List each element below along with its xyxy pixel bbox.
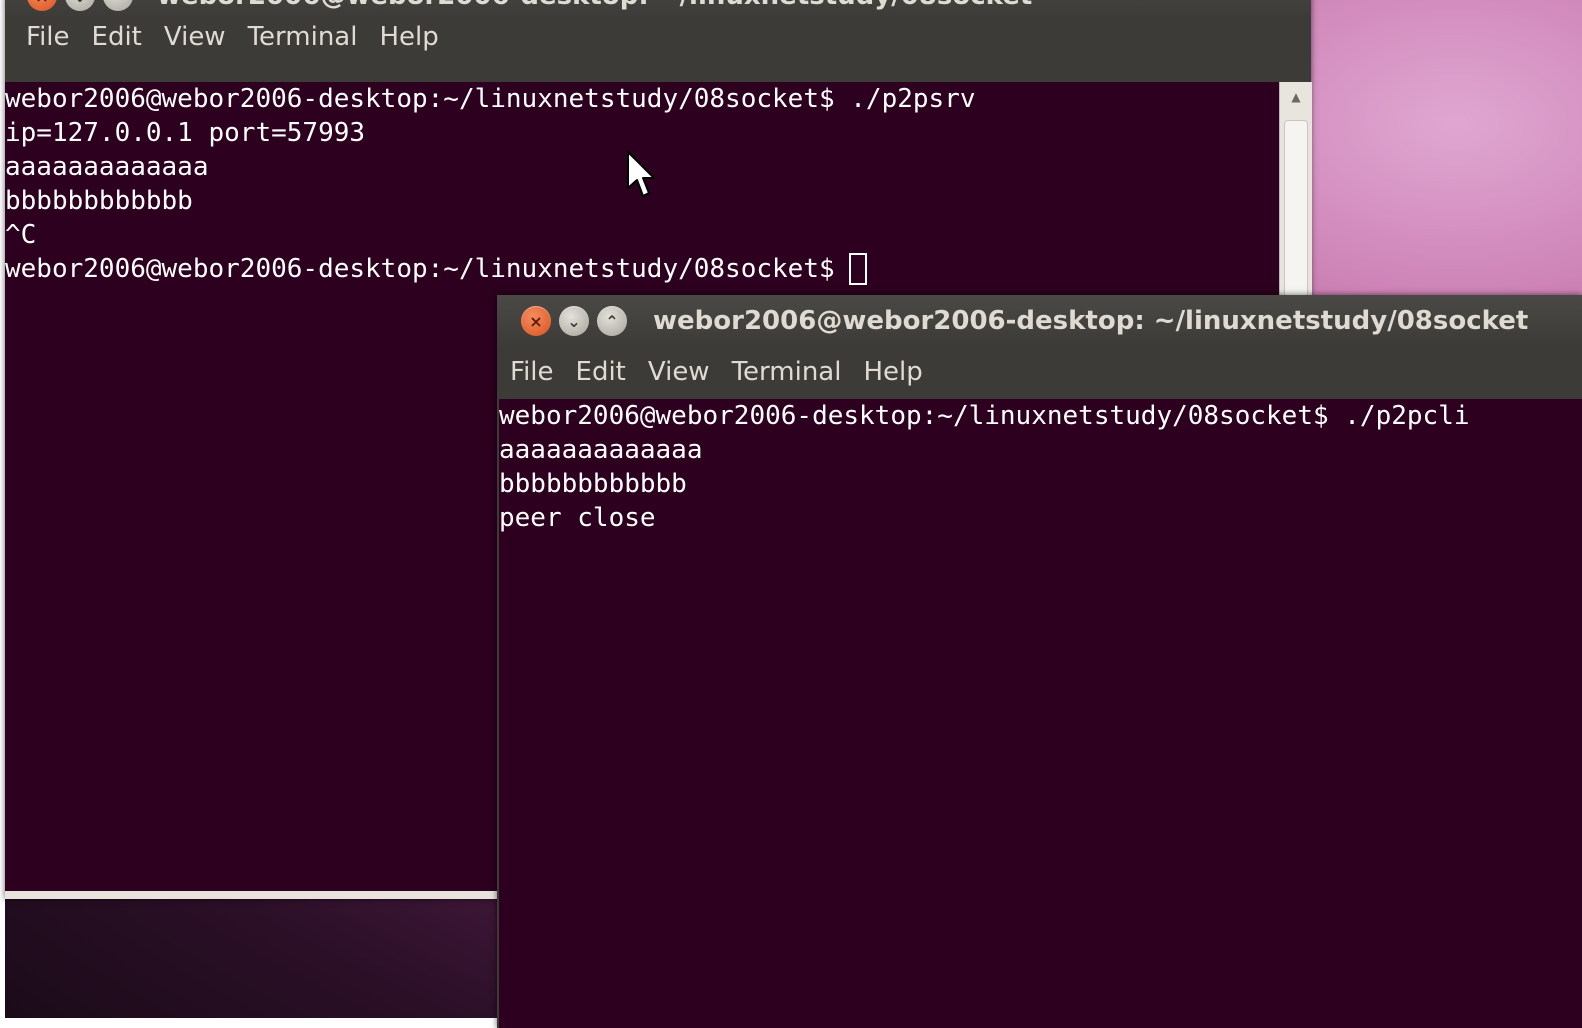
titlebar[interactable]: × ⌄ ⌃ webor2006@webor2006-desktop: ~/lin… (5, 0, 1311, 18)
maximize-icon[interactable]: ⌃ (103, 0, 133, 11)
terminal-line: aaaaaaaaaaaaa (499, 435, 703, 465)
menu-edit[interactable]: Edit (565, 357, 637, 387)
close-icon[interactable]: × (521, 306, 551, 336)
prompt-text: webor2006@webor2006-desktop:~/linuxnetst… (5, 254, 835, 284)
minimize-icon[interactable]: ⌄ (65, 0, 95, 11)
menu-file[interactable]: File (499, 357, 565, 387)
minimize-icon[interactable]: ⌄ (559, 306, 589, 336)
menu-terminal[interactable]: Terminal (721, 357, 853, 387)
terminal-window-client[interactable]: × ⌄ ⌃ webor2006@webor2006-desktop: ~/lin… (497, 295, 1582, 1028)
menu-help[interactable]: Help (852, 357, 933, 387)
menubar: File Edit View Terminal Help (5, 18, 1311, 56)
menu-view[interactable]: View (153, 22, 237, 52)
menu-terminal[interactable]: Terminal (237, 22, 369, 52)
window-title: webor2006@webor2006-desktop: ~/linuxnets… (157, 0, 1032, 11)
terminal-line: ^C (5, 220, 37, 250)
maximize-icon[interactable]: ⌃ (597, 306, 627, 336)
window-title: webor2006@webor2006-desktop: ~/linuxnets… (653, 306, 1529, 336)
titlebar[interactable]: × ⌄ ⌃ webor2006@webor2006-desktop: ~/lin… (497, 295, 1582, 347)
terminal-line: bbbbbbbbbbbb (499, 469, 687, 499)
mouse-pointer-icon (627, 151, 655, 197)
menu-file[interactable]: File (15, 22, 81, 52)
menu-help[interactable]: Help (368, 22, 449, 52)
terminal-line: ip=127.0.0.1 port=57993 (5, 118, 366, 148)
terminal-line: peer close (499, 503, 656, 533)
terminal-output[interactable]: webor2006@webor2006-desktop:~/linuxnetst… (499, 399, 1582, 1028)
window-controls: × ⌄ ⌃ (27, 0, 133, 11)
scroll-up-icon[interactable]: ▲ (1280, 90, 1312, 104)
menubar: File Edit View Terminal Help (497, 347, 1582, 397)
menu-view[interactable]: View (637, 357, 721, 387)
terminal-line: webor2006@webor2006-desktop:~/linuxnetst… (499, 401, 1470, 431)
terminal-line: webor2006@webor2006-desktop:~/linuxnetst… (5, 84, 976, 114)
text-cursor (848, 253, 867, 285)
terminal-prompt-line: webor2006@webor2006-desktop:~/linuxnetst… (5, 252, 1279, 286)
window-controls: × ⌄ ⌃ (521, 306, 627, 336)
menu-edit[interactable]: Edit (81, 22, 153, 52)
close-icon[interactable]: × (27, 0, 57, 11)
